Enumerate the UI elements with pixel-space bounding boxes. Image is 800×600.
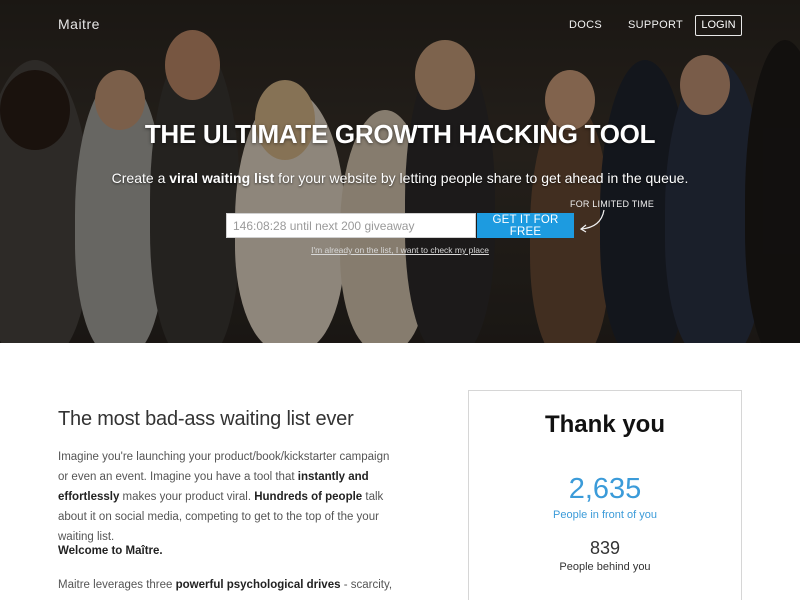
people-ahead-label: People in front of you	[553, 509, 657, 521]
check-my-place-link[interactable]: I'm already on the list, I want to check…	[0, 245, 800, 255]
brand-logo[interactable]: Maitre	[58, 16, 100, 32]
waiting-list-stats-card: Thank you 2,635 People in front of you 8…	[468, 390, 742, 600]
people-behind-label: People behind you	[559, 561, 651, 573]
curved-arrow-icon	[579, 209, 605, 233]
intro-paragraph: Imagine you're launching your product/bo…	[58, 451, 390, 543]
top-navigation: Maitre DOCS SUPPORT LOGIN	[0, 0, 800, 50]
hero-subheadline: Create a viral waiting list for your web…	[111, 170, 689, 186]
login-button[interactable]: LOGIN	[695, 15, 742, 36]
drives-paragraph: Maitre leverages three powerful psycholo…	[58, 579, 393, 591]
card-title: Thank you	[544, 411, 665, 438]
welcome-paragraph: Welcome to Maître.	[58, 545, 163, 557]
email-signup-input[interactable]	[226, 213, 476, 238]
people-ahead-count: 2,635	[568, 473, 642, 505]
get-it-free-button[interactable]: GET IT FOR FREE	[477, 213, 574, 238]
nav-docs-link[interactable]: DOCS	[569, 19, 602, 31]
nav-support-link[interactable]: SUPPORT	[628, 19, 683, 31]
hero-section: Maitre DOCS SUPPORT LOGIN THE ULTIMATE G…	[0, 0, 800, 343]
section-title: The most bad-ass waiting list ever	[58, 408, 354, 430]
hero-headline: THE ULTIMATE GROWTH HACKING TOOL	[144, 119, 656, 149]
people-behind-count: 839	[589, 538, 621, 558]
